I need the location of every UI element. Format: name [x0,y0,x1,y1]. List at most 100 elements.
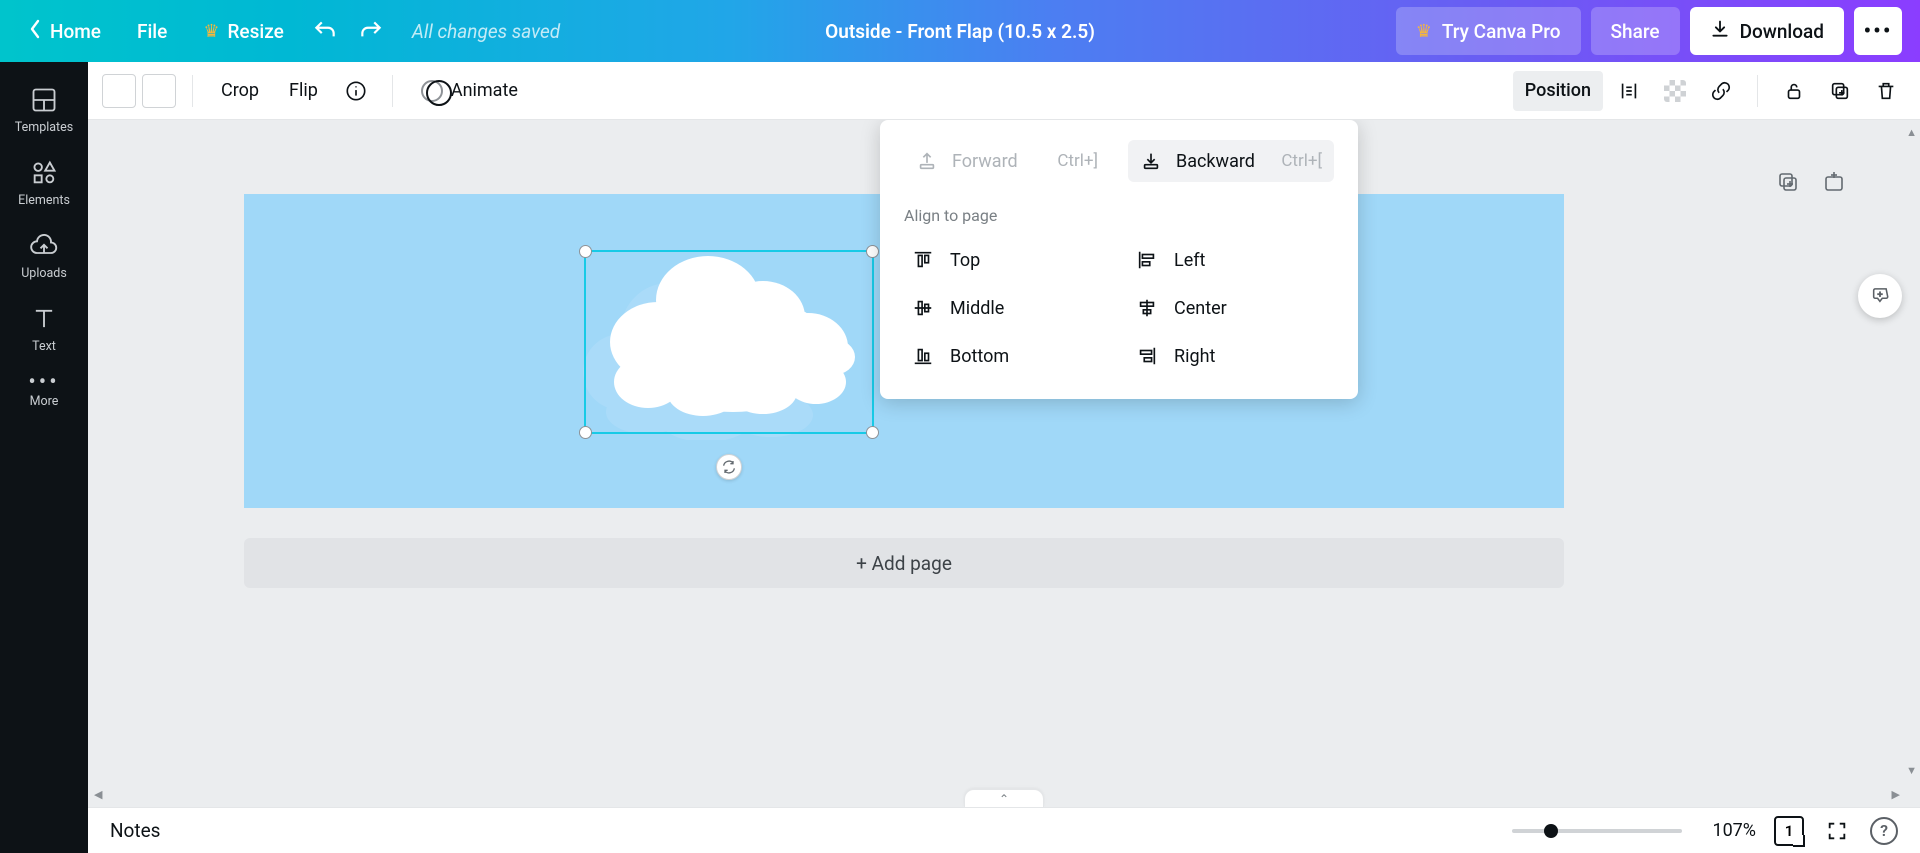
cloud-icon [598,252,868,417]
resize-handle-br[interactable] [866,426,879,439]
sidebar-item-elements[interactable]: Elements [0,149,88,222]
file-menu-button[interactable]: File [119,0,185,62]
transparency-button[interactable] [1655,71,1695,111]
add-page-above-button[interactable] [1820,168,1848,196]
sidebar-item-more[interactable]: ••• More [0,368,88,423]
forward-shortcut: Ctrl+] [1057,151,1098,171]
try-pro-button[interactable]: ♛ Try Canva Pro [1396,7,1581,55]
header-right-group: ♛ Try Canva Pro Share Download ••• [1396,7,1902,55]
align-center-icon [1136,297,1158,319]
info-icon [345,80,367,102]
zoom-knob[interactable] [1544,824,1558,838]
crop-button[interactable]: Crop [209,71,271,111]
backward-button[interactable]: Backward Ctrl+[ [1128,140,1334,182]
resize-handle-tr[interactable] [866,245,879,258]
download-button[interactable]: Download [1690,7,1844,55]
top-header: Home File ♛ Resize All changes saved Out… [0,0,1920,62]
help-button[interactable]: ? [1870,817,1898,845]
resize-handle-bl[interactable] [579,426,592,439]
pages-drawer-tab[interactable]: ⌃ [964,789,1044,807]
add-page-button[interactable]: + Add page [244,538,1564,588]
spacing-icon [1618,80,1640,102]
delete-button[interactable] [1866,71,1906,111]
more-horizontal-icon: ••• [1863,19,1892,44]
color-swatch-1[interactable] [102,74,136,108]
align-left-button[interactable]: Left [1128,239,1334,281]
align-middle-icon [912,297,934,319]
spacing-button[interactable] [1609,71,1649,111]
help-label: ? [1880,821,1888,840]
align-right-button[interactable]: Right [1128,335,1334,377]
notes-button[interactable]: Notes [110,819,161,842]
align-left-icon [1136,249,1158,271]
layer-row: Forward Ctrl+] Backward Ctrl+[ [904,140,1334,182]
resize-handle-tl[interactable] [579,245,592,258]
save-status-text: All changes saved [412,20,560,43]
link-button[interactable] [1701,71,1741,111]
cloud-element-selected[interactable] [586,252,872,432]
forward-label: Forward [952,151,1018,172]
flip-button[interactable]: Flip [277,71,330,111]
fullscreen-button[interactable] [1822,816,1852,846]
align-middle-button[interactable]: Middle [904,287,1110,329]
more-horizontal-icon: ••• [28,378,59,388]
page-indicator[interactable]: 1 [1774,816,1804,846]
divider [1757,75,1758,107]
page-number: 1 [1785,822,1794,840]
duplicate-page-button[interactable] [1774,168,1802,196]
color-swatch-2[interactable] [142,74,176,108]
zoom-slider[interactable] [1512,829,1682,833]
backward-icon [1140,150,1162,172]
align-left-label: Left [1174,250,1205,271]
header-left-group: Home File ♛ Resize All changes saved [10,0,560,62]
animate-button[interactable]: Animate [409,71,530,111]
resize-button[interactable]: ♛ Resize [185,0,301,62]
add-page-label: + Add page [856,552,952,575]
lock-icon [1783,80,1805,102]
download-icon [1710,19,1730,44]
canvas-area[interactable]: ▲ ▼ ◀ ▶ [88,120,1920,807]
left-sidebar: Templates Elements Uploads Text ••• More [0,62,88,853]
sidebar-item-uploads[interactable]: Uploads [0,222,88,295]
crown-icon: ♛ [1416,21,1432,42]
more-menu-button[interactable]: ••• [1854,7,1902,55]
redo-button[interactable] [348,0,394,62]
undo-button[interactable] [302,0,348,62]
align-grid: Top Left Middle Center [904,239,1334,377]
position-button[interactable]: Position [1513,71,1603,111]
zoom-percent[interactable]: 107% [1700,820,1756,841]
crop-label: Crop [221,80,259,101]
comments-fab[interactable] [1858,274,1902,318]
align-top-label: Top [950,250,980,271]
share-button[interactable]: Share [1591,7,1680,55]
rotate-handle[interactable] [716,454,742,480]
duplicate-icon [1829,80,1851,102]
align-right-label: Right [1174,346,1215,367]
info-button[interactable] [336,71,376,111]
lock-button[interactable] [1774,71,1814,111]
align-top-button[interactable]: Top [904,239,1110,281]
trash-icon [1875,80,1897,102]
back-home-button[interactable]: Home [10,0,119,62]
download-label: Download [1740,20,1824,43]
duplicate-button[interactable] [1820,71,1860,111]
try-pro-label: Try Canva Pro [1442,20,1561,43]
crown-icon: ♛ [203,21,219,42]
resize-label: Resize [227,20,283,43]
align-center-button[interactable]: Center [1128,287,1334,329]
sidebar-label: Uploads [21,266,67,281]
forward-button: Forward Ctrl+] [904,140,1110,182]
align-right-icon [1136,345,1158,367]
divider [192,75,193,107]
align-bottom-icon [912,345,934,367]
document-title[interactable]: Outside - Front Flap (10.5 x 2.5) [825,20,1095,43]
main-area: Templates Elements Uploads Text ••• More… [0,62,1920,853]
context-toolbar: Crop Flip Animate Position [88,62,1920,120]
toolbar-right-group: Position [1513,71,1906,111]
align-bottom-button[interactable]: Bottom [904,335,1110,377]
transparency-icon [1664,80,1686,102]
sidebar-item-templates[interactable]: Templates [0,76,88,149]
home-label: Home [50,20,101,43]
sidebar-item-text[interactable]: Text [0,295,88,368]
sidebar-label: More [30,394,59,409]
